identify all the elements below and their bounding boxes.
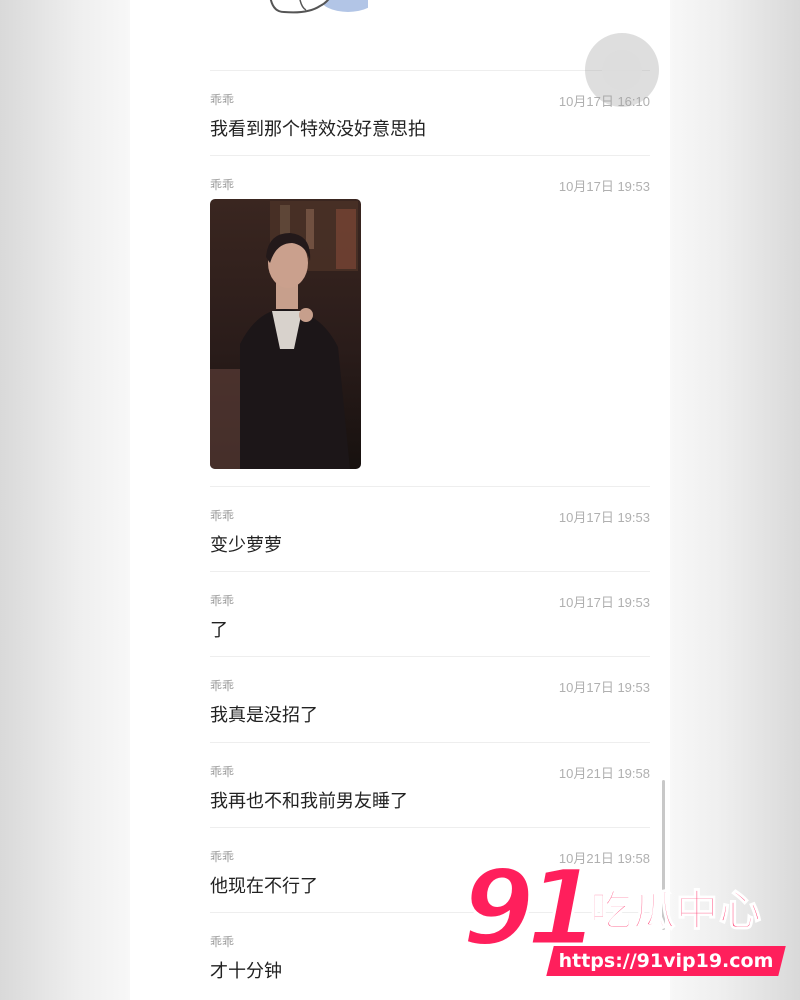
watermark-url: https://91vip19.com [558, 950, 774, 972]
message-item[interactable]: 乖乖 10月17日 16:10 我看到那个特效没好意思拍 [210, 70, 650, 155]
sender-name: 乖乖 [210, 935, 235, 949]
assistive-touch-button[interactable] [585, 33, 659, 107]
sender-name: 乖乖 [210, 765, 235, 779]
message-item[interactable]: 乖乖 10月17日 19:53 我真是没招了 [210, 656, 650, 741]
message-text: 了 [210, 620, 228, 640]
message-item[interactable]: 乖乖 10月21日 19:58 我再也不和我前男友睡了 [210, 742, 650, 827]
message-time: 10月17日 19:53 [558, 179, 650, 194]
message-text: 变少萝萝 [210, 535, 282, 555]
message-text: 我看到那个特效没好意思拍 [210, 119, 426, 139]
message-text: 才十分钟 [210, 961, 282, 981]
message-time: 10月17日 19:53 [558, 680, 650, 695]
sender-name: 乖乖 [210, 178, 235, 192]
watermark-number: 91 [461, 847, 601, 969]
watermark-brand: 吃瓜中心 [589, 886, 763, 935]
message-time: 10月17日 19:53 [558, 595, 650, 610]
sender-name: 乖乖 [210, 850, 235, 864]
sender-name: 乖乖 [210, 93, 235, 107]
message-text: 我真是没招了 [210, 705, 318, 725]
message-item[interactable]: 乖乖 10月17日 19:53 [210, 155, 650, 486]
message-text: 他现在不行了 [210, 876, 318, 896]
message-item[interactable]: 乖乖 10月17日 19:53 变少萝萝 [210, 486, 650, 571]
message-text: 我再也不和我前男友睡了 [210, 791, 408, 811]
photo-message-thumbnail[interactable] [210, 199, 361, 469]
message-time: 10月17日 19:53 [558, 510, 650, 525]
watermark-logo: 91 吃瓜中心 https://91vip19.com [461, 847, 792, 988]
message-item[interactable]: 乖乖 10月17日 19:53 了 [210, 571, 650, 656]
watermark-url-banner: https://91vip19.com [546, 946, 786, 976]
sender-name: 乖乖 [210, 509, 235, 523]
sender-name: 乖乖 [210, 679, 235, 693]
assistive-touch-center [602, 50, 642, 90]
cartoon-sticker [269, 0, 368, 14]
message-time: 10月21日 19:58 [558, 766, 650, 781]
sender-name: 乖乖 [210, 594, 235, 608]
